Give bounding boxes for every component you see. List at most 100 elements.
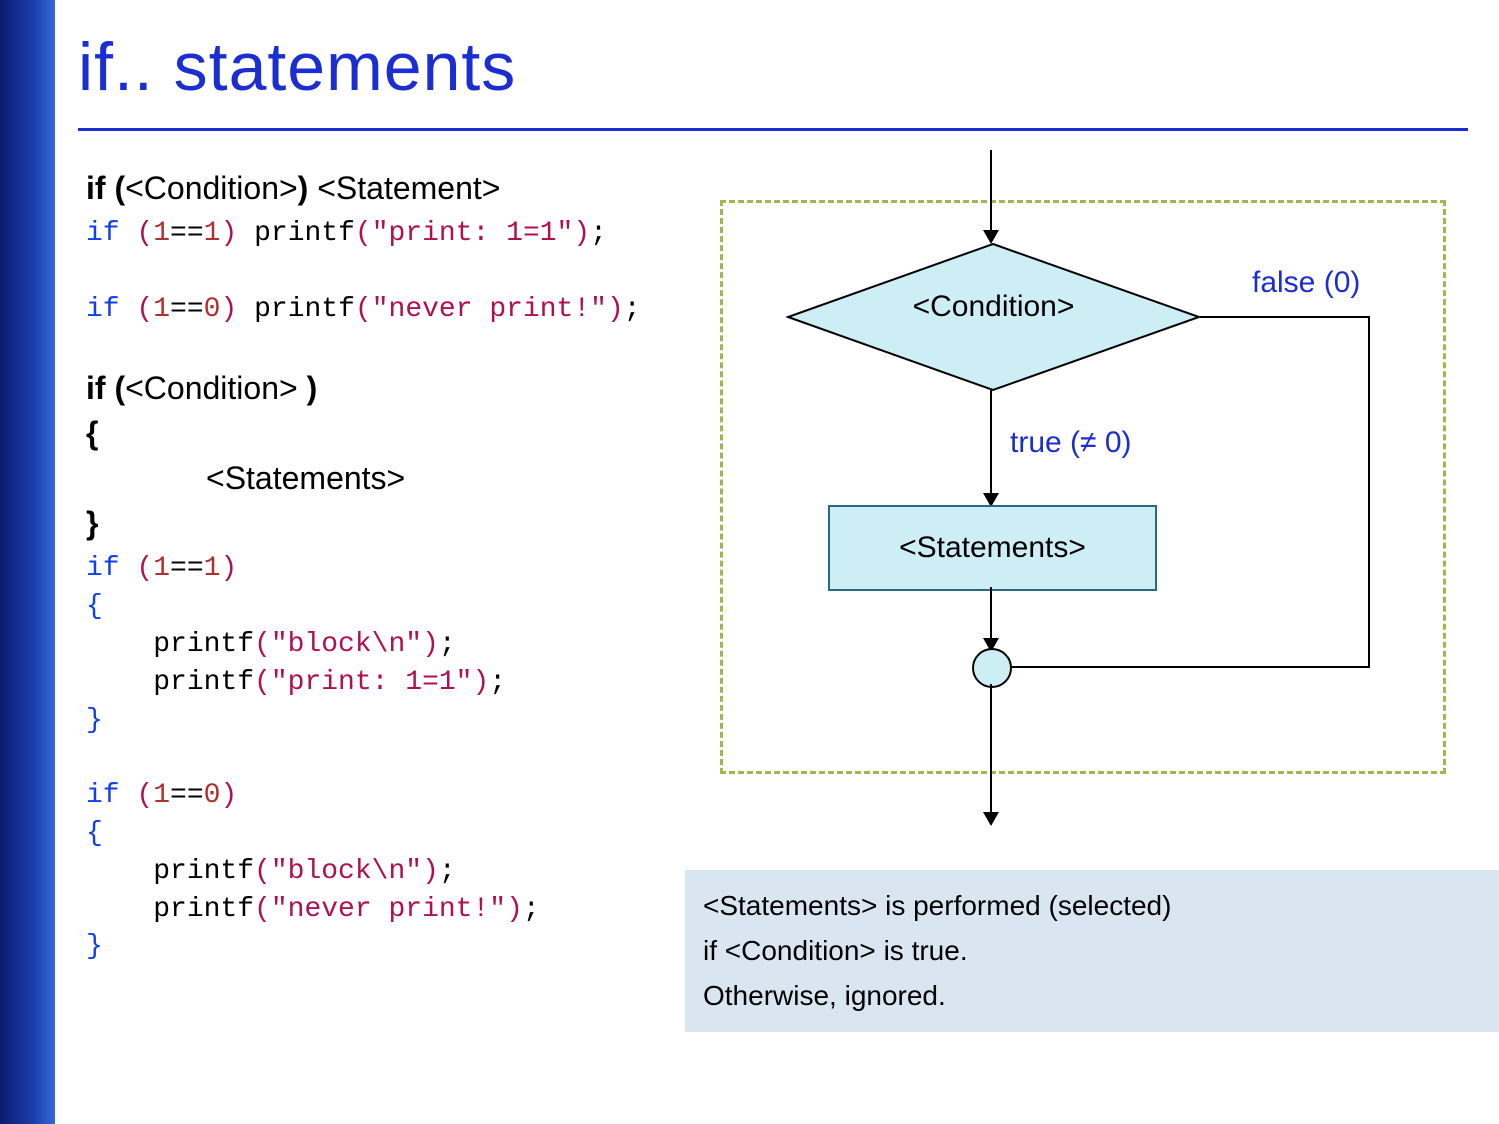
paren-close: ): [422, 629, 439, 660]
num: 1: [153, 218, 170, 249]
kw-paren-close: ): [298, 170, 318, 206]
fn-printf: printf: [237, 294, 355, 325]
code-example-1: if (1==1) printf("print: 1=1"); if (1==0…: [86, 215, 676, 328]
right-column: <Condition> false (0) true (≠ 0) <Statem…: [700, 150, 1470, 990]
op: ==: [170, 218, 204, 249]
semicolon: ;: [590, 218, 607, 249]
arrow-entry: [990, 150, 992, 242]
op: ==: [170, 294, 204, 325]
kw-if: if (: [86, 170, 125, 206]
cond-placeholder: <Condition>: [125, 370, 298, 406]
paren-close: ): [220, 218, 237, 249]
merge-node: [972, 648, 1012, 688]
fn-printf: printf: [86, 894, 254, 925]
paren-open: (: [136, 780, 153, 811]
syntax-form-2-body: <Statements>: [86, 460, 676, 497]
syntax-form-2-open: {: [86, 415, 676, 452]
paren-close: ): [220, 553, 237, 584]
kw-if: if: [86, 780, 120, 811]
kw-if: if: [86, 218, 120, 249]
string-literal: "print: 1=1": [271, 667, 473, 698]
kw-if: if: [86, 553, 120, 584]
fn-printf: printf: [237, 218, 355, 249]
explain-line-3: Otherwise, ignored.: [703, 974, 1488, 1019]
string-literal: "block\n": [271, 856, 422, 887]
slide: if.. statements if (<Condition>) <Statem…: [0, 0, 1499, 1124]
arrow-false-v: [1368, 316, 1370, 666]
syntax-form-2-line1: if (<Condition> ): [86, 370, 676, 407]
brace-close: }: [86, 931, 103, 962]
paren-close: ): [472, 667, 489, 698]
arrow-false-h: [1200, 316, 1370, 318]
true-branch-label: true (≠ 0): [1010, 426, 1132, 460]
left-accent-bar: [0, 0, 55, 1124]
semicolon: ;: [439, 856, 456, 887]
left-column: if (<Condition>) <Statement> if (1==1) p…: [86, 170, 676, 966]
paren-open: (: [355, 294, 372, 325]
false-branch-label: false (0): [1252, 266, 1360, 300]
explain-line-2: if <Condition> is true.: [703, 929, 1488, 974]
string-literal: "block\n": [271, 629, 422, 660]
statements-label: <Statements>: [899, 531, 1086, 565]
num: 1: [204, 218, 221, 249]
brace-open: {: [86, 591, 103, 622]
string-literal: "print: 1=1": [372, 218, 574, 249]
string-literal: "never print!": [271, 894, 506, 925]
explanation-box: <Statements> is performed (selected) if …: [685, 870, 1499, 1032]
num: 0: [204, 780, 221, 811]
arrow-true: [990, 390, 992, 505]
paren-open: (: [254, 894, 271, 925]
stmt-placeholder: <Statement>: [317, 170, 500, 206]
num: 1: [204, 553, 221, 584]
kw-paren-close: ): [298, 370, 318, 406]
arrow-rect-merge: [990, 587, 992, 650]
brace-close: }: [86, 505, 98, 541]
paren-close: ): [220, 294, 237, 325]
flowchart: <Condition> false (0) true (≠ 0) <Statem…: [700, 150, 1460, 790]
code-example-3: if (1==1) { printf("block\n"); printf("p…: [86, 550, 676, 966]
paren-open: (: [254, 667, 271, 698]
cond-placeholder: <Condition>: [125, 170, 298, 206]
brace-open: {: [86, 415, 98, 451]
paren-open: (: [254, 856, 271, 887]
num: 0: [204, 294, 221, 325]
kw-if: if: [86, 294, 120, 325]
stmts-placeholder: <Statements>: [206, 460, 405, 496]
num: 1: [153, 294, 170, 325]
fn-printf: printf: [86, 629, 254, 660]
paren-open: (: [254, 629, 271, 660]
arrow-false-merge-h: [1008, 666, 1370, 668]
semicolon: ;: [489, 667, 506, 698]
title-underline: [78, 128, 1468, 131]
paren-open: (: [136, 294, 153, 325]
paren-open: (: [136, 553, 153, 584]
syntax-form-2-close: }: [86, 505, 676, 542]
paren-open: (: [136, 218, 153, 249]
paren-close: ): [220, 780, 237, 811]
decision-label: <Condition>: [786, 290, 1201, 324]
op: ==: [170, 553, 204, 584]
fn-printf: printf: [86, 856, 254, 887]
kw-if: if (: [86, 370, 125, 406]
paren-close: ): [573, 218, 590, 249]
num: 1: [153, 553, 170, 584]
semicolon: ;: [523, 894, 540, 925]
arrow-head-icon: [983, 812, 999, 826]
syntax-form-1: if (<Condition>) <Statement>: [86, 170, 676, 207]
paren-open: (: [355, 218, 372, 249]
semicolon: ;: [624, 294, 641, 325]
brace-open: {: [86, 818, 103, 849]
num: 1: [153, 780, 170, 811]
paren-close: ): [506, 894, 523, 925]
arrow-exit: [990, 684, 992, 824]
semicolon: ;: [439, 629, 456, 660]
slide-title: if.. statements: [78, 28, 516, 106]
paren-close: ): [422, 856, 439, 887]
explain-line-1: <Statements> is performed (selected): [703, 884, 1488, 929]
fn-printf: printf: [86, 667, 254, 698]
string-literal: "never print!": [372, 294, 607, 325]
op: ==: [170, 780, 204, 811]
statements-box: <Statements>: [828, 505, 1157, 591]
paren-close: ): [607, 294, 624, 325]
brace-close: }: [86, 705, 103, 736]
